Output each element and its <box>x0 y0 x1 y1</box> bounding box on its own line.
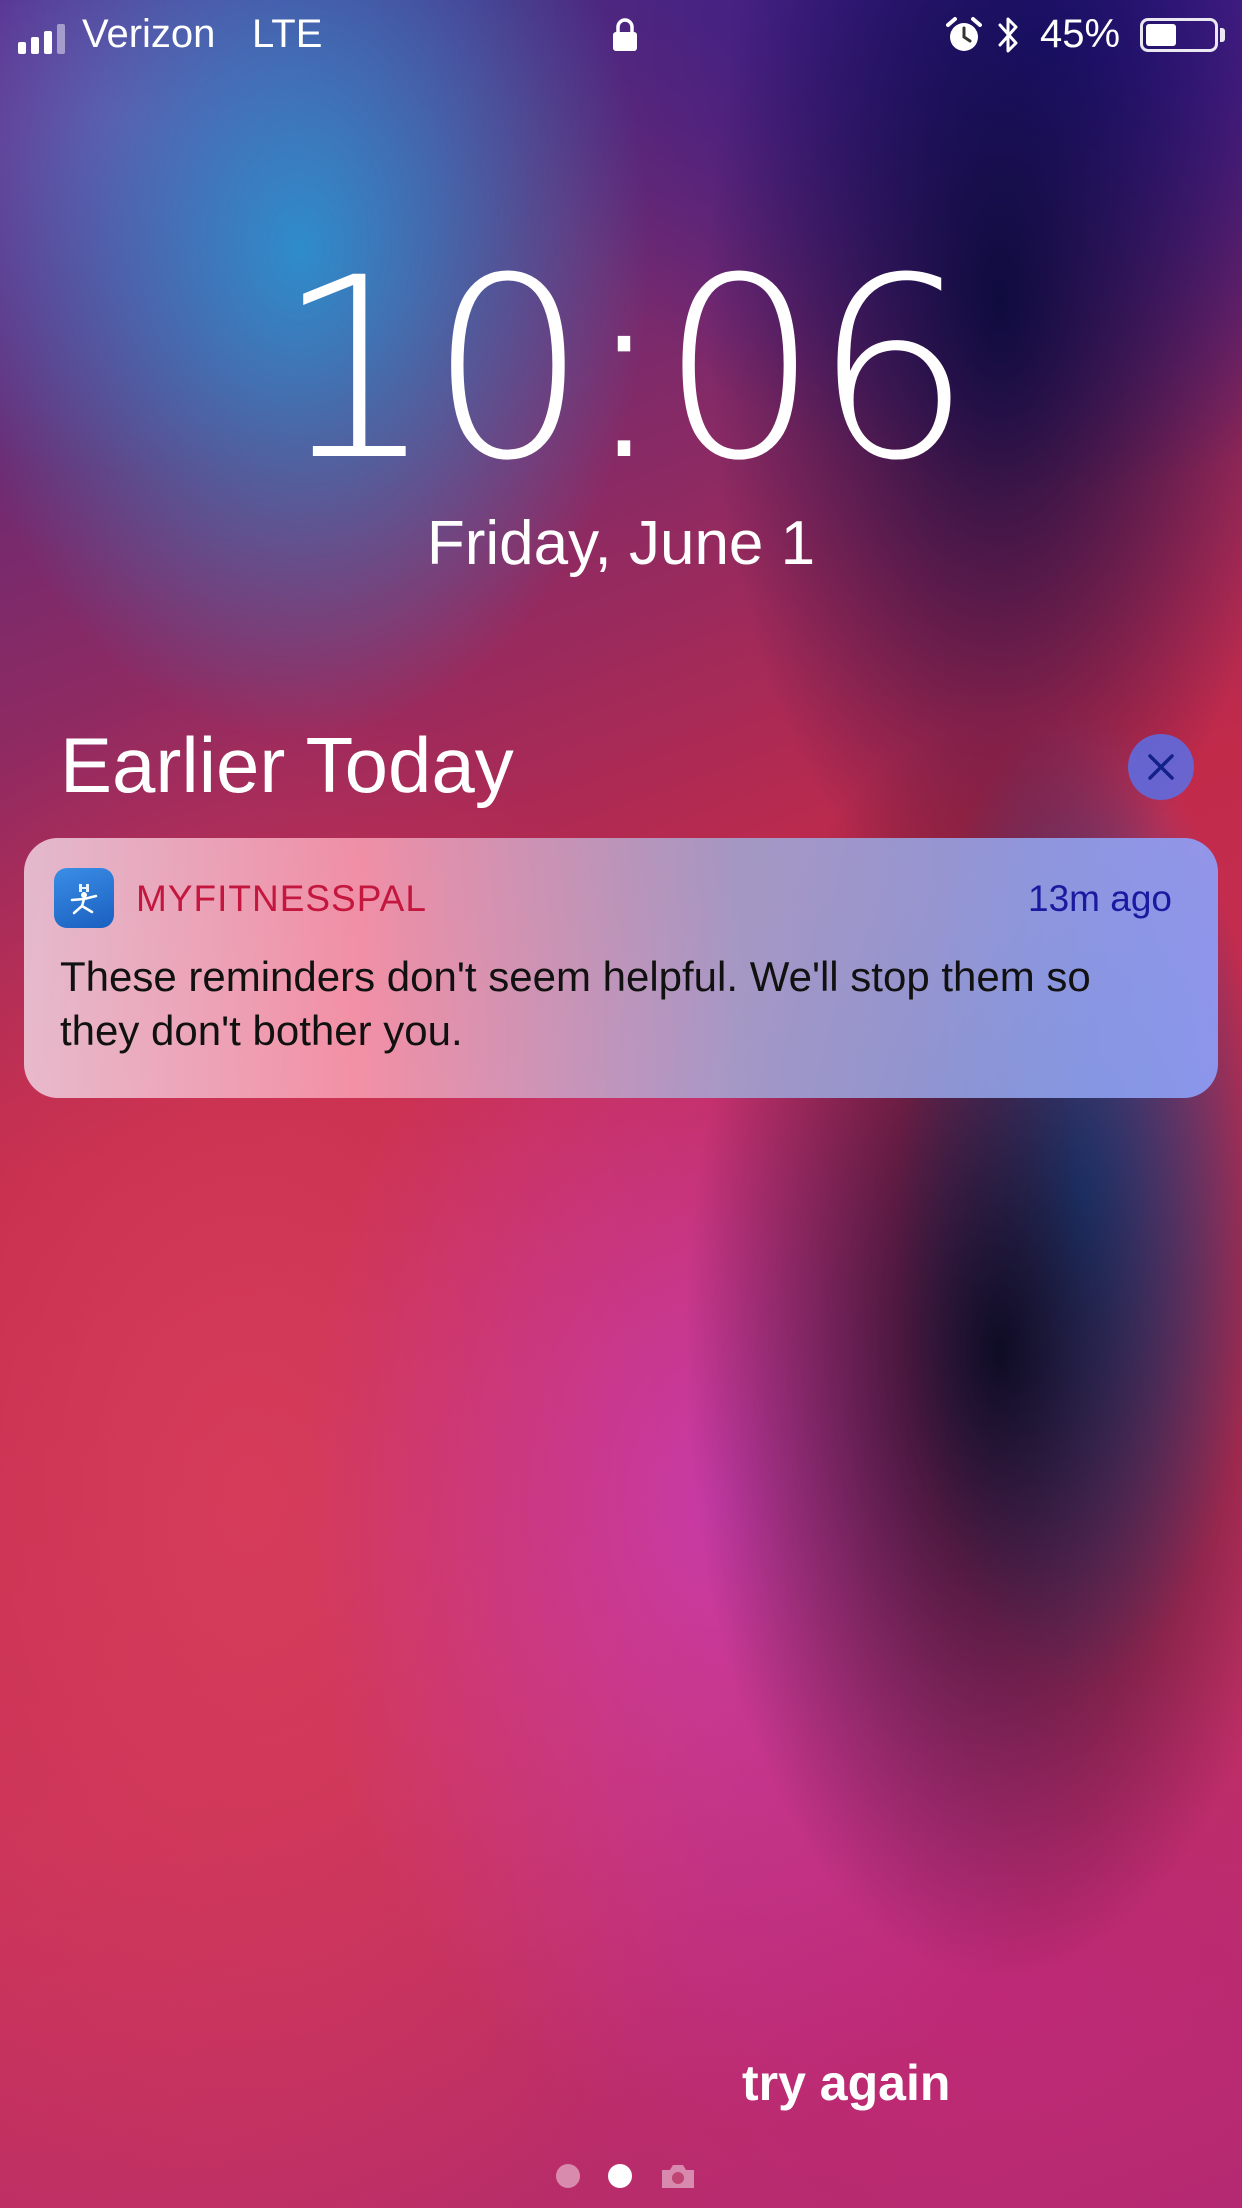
carrier-name: Verizon <box>82 12 216 56</box>
lock-screen-date: Friday, June 1 <box>426 509 816 578</box>
clear-notifications-button[interactable] <box>1128 734 1194 800</box>
page-dot-active[interactable] <box>608 2164 632 2188</box>
status-bar: Verizon LTE 45% <box>0 0 1242 70</box>
signal-icon <box>18 24 65 54</box>
notification-card[interactable]: MYFITNESSPAL 13m ago These reminders don… <box>24 838 1218 1098</box>
caption-text: try again <box>742 2055 951 2111</box>
notifications-section-title: Earlier Today <box>60 721 514 809</box>
bluetooth-icon <box>998 17 1018 53</box>
notification-app-name: MYFITNESSPAL <box>136 878 427 919</box>
battery-tip <box>1220 28 1225 42</box>
myfitnesspal-app-icon <box>54 868 114 928</box>
battery-percent: 45% <box>1040 12 1121 56</box>
camera-icon[interactable] <box>660 2162 696 2190</box>
alarm-icon <box>946 17 982 51</box>
lock-screen-time: 10:06 <box>275 224 972 515</box>
page-dot[interactable] <box>556 2164 580 2188</box>
close-icon <box>1148 754 1174 780</box>
battery-icon <box>1140 18 1218 52</box>
page-indicator <box>556 2162 696 2190</box>
network-type: LTE <box>252 12 323 56</box>
notification-time: 13m ago <box>1028 878 1172 919</box>
battery-level-fill <box>1146 24 1176 46</box>
notification-body: These reminders don't seem helpful. We'l… <box>60 953 1091 1054</box>
lock-icon <box>613 18 637 51</box>
